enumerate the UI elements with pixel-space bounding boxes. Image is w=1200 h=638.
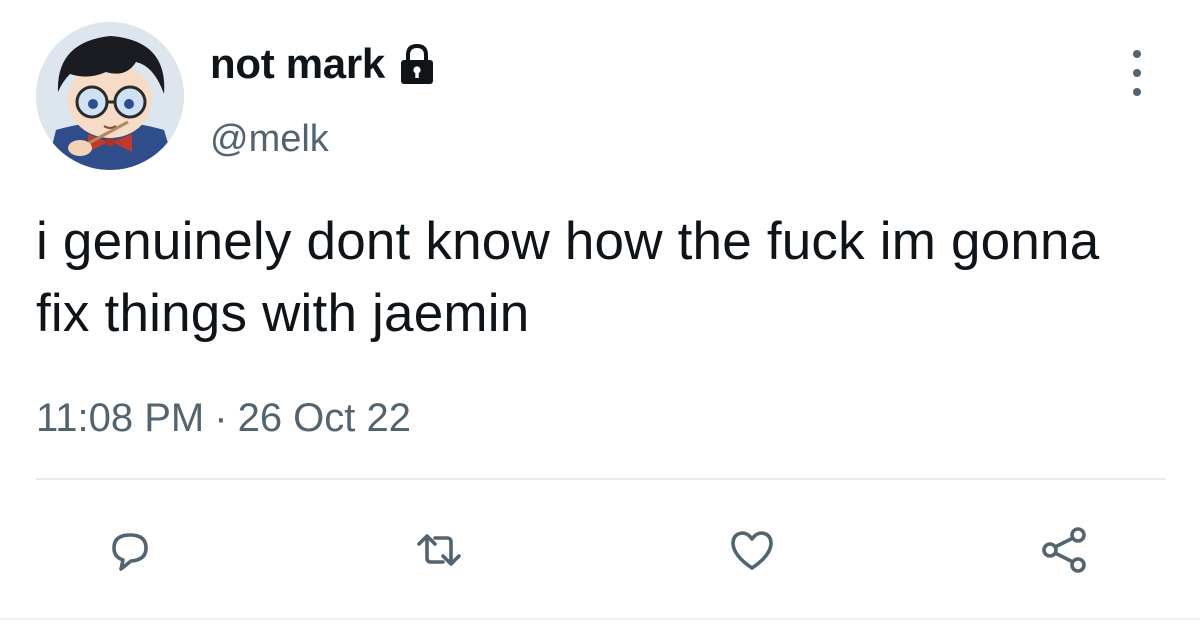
divider [36, 478, 1166, 480]
retweet-icon [417, 534, 461, 566]
reply-button[interactable] [100, 520, 160, 580]
display-name[interactable]: not mark [210, 40, 385, 88]
retweet-button[interactable] [409, 520, 469, 580]
display-name-row[interactable]: not mark [210, 40, 439, 88]
tweet-text: i genuinely dont know how the fuck im go… [36, 212, 1100, 343]
tweet-timestamp[interactable]: 11:08 PM · 26 Oct 22 [36, 396, 411, 441]
tweet: not mark @melk i genuinely dont know how… [0, 0, 1200, 638]
share-icon [1042, 527, 1086, 573]
lock-icon [395, 42, 439, 86]
meta-separator: · [214, 396, 228, 440]
heart-icon [731, 531, 773, 570]
like-button[interactable] [722, 520, 782, 580]
tweet-time[interactable]: 11:08 PM [36, 396, 204, 440]
avatar-image [36, 22, 184, 170]
bottom-border [0, 618, 1200, 620]
avatar[interactable] [36, 22, 184, 170]
more-options-button[interactable] [1120, 50, 1154, 96]
reply-icon [112, 533, 148, 571]
share-button[interactable] [1034, 520, 1094, 580]
more-vertical-icon [1133, 50, 1141, 58]
tweet-date[interactable]: 26 Oct 22 [238, 396, 411, 440]
action-bar [0, 520, 1200, 580]
author-handle[interactable]: @melk [210, 118, 329, 161]
